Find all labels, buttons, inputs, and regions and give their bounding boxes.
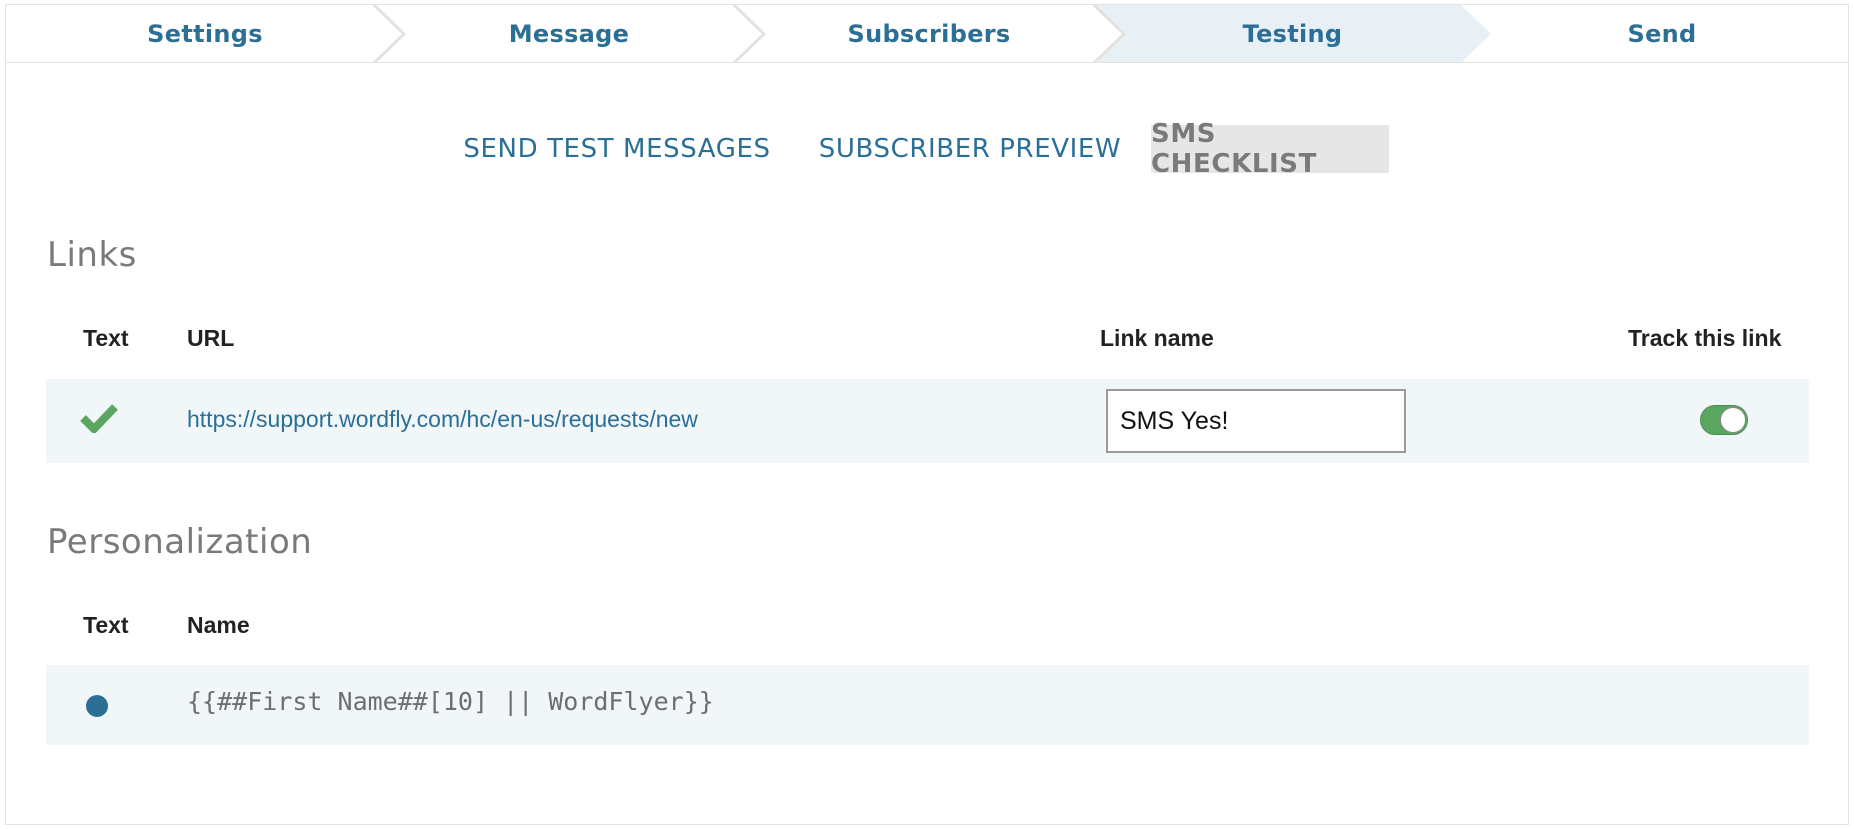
links-col-text: Text bbox=[83, 325, 129, 351]
link-name-input[interactable] bbox=[1106, 389, 1406, 453]
toggle-knob bbox=[1720, 407, 1746, 433]
table-row: https://support.wordfly.com/hc/en-us/req… bbox=[46, 379, 1809, 463]
track-link-toggle[interactable] bbox=[1700, 405, 1748, 435]
step-testing[interactable]: Testing bbox=[1109, 5, 1476, 62]
dot-icon bbox=[86, 695, 108, 717]
tab-sms-checklist[interactable]: SMS CHECKLIST bbox=[1151, 119, 1389, 179]
links-col-track: Track this link bbox=[1628, 325, 1782, 351]
step-message[interactable]: Message bbox=[389, 5, 749, 62]
campaign-wizard-panel: Settings Message Subscribers Testing Sen… bbox=[5, 4, 1849, 825]
links-section-title: Links bbox=[47, 235, 137, 275]
links-col-link-name: Link name bbox=[1100, 325, 1214, 351]
personalization-col-text: Text bbox=[83, 612, 129, 638]
tab-send-test-messages[interactable]: SEND TEST MESSAGES bbox=[457, 125, 777, 173]
personalization-token: {{##First Name##[10] || WordFlyer}} bbox=[187, 687, 714, 716]
personalization-section-title: Personalization bbox=[47, 522, 313, 562]
testing-subtabs: SEND TEST MESSAGES SUBSCRIBER PREVIEW SM… bbox=[6, 119, 1848, 179]
links-col-url: URL bbox=[187, 325, 235, 351]
personalization-col-name: Name bbox=[187, 612, 250, 638]
wizard-steps: Settings Message Subscribers Testing Sen… bbox=[6, 5, 1848, 63]
step-subscribers[interactable]: Subscribers bbox=[749, 5, 1109, 62]
link-url[interactable]: https://support.wordfly.com/hc/en-us/req… bbox=[187, 406, 698, 433]
check-icon bbox=[80, 404, 118, 433]
tab-subscriber-preview[interactable]: SUBSCRIBER PREVIEW bbox=[807, 125, 1133, 173]
step-settings[interactable]: Settings bbox=[6, 5, 404, 62]
step-send[interactable]: Send bbox=[1476, 5, 1848, 62]
table-row: {{##First Name##[10] || WordFlyer}} bbox=[46, 665, 1809, 745]
